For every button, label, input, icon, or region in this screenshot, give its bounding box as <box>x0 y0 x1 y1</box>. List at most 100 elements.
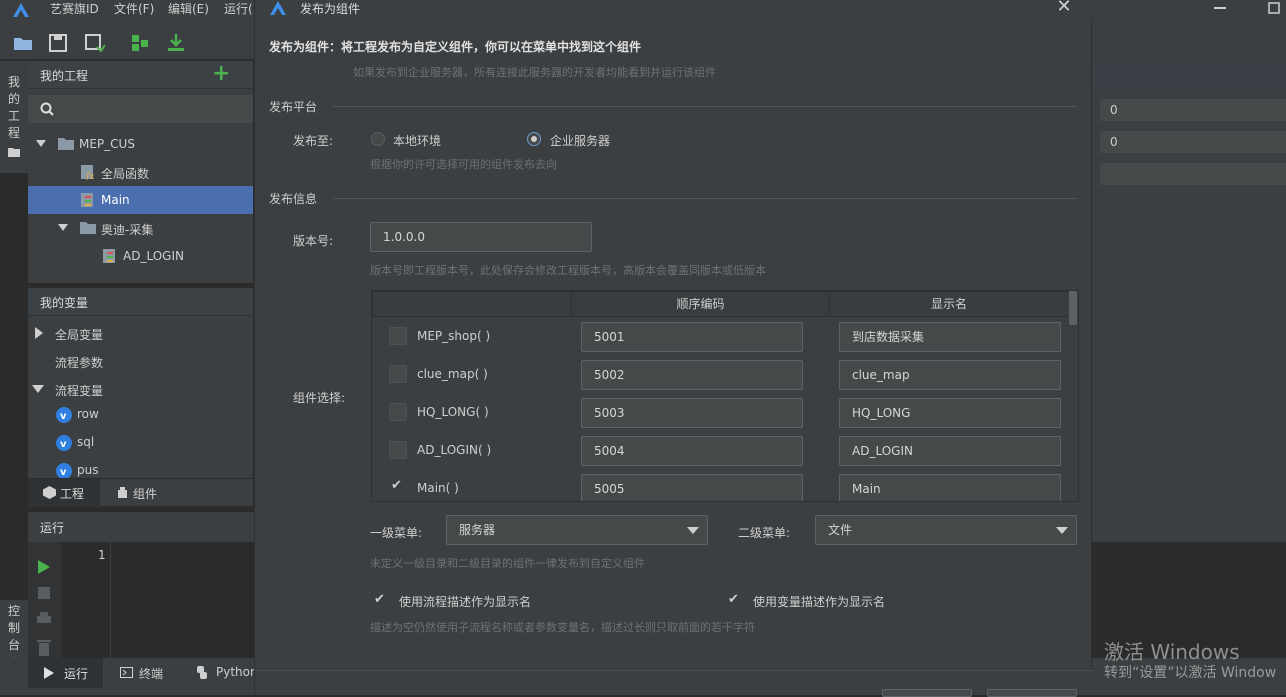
activation-watermark-title: 激活 Windows <box>1104 640 1240 664</box>
var-group-global[interactable]: 全局变量 <box>28 319 253 347</box>
menu1-select-value: 服务器 <box>459 523 496 537</box>
row-code-input[interactable]: 5004 <box>581 436 803 466</box>
variable-icon: v <box>56 435 72 451</box>
menu2-select[interactable]: 文件 <box>815 515 1077 545</box>
play-icon[interactable] <box>38 560 50 574</box>
row-display-input[interactable]: HQ_LONG <box>839 398 1061 428</box>
row-code-input[interactable]: 5001 <box>581 322 803 352</box>
var-item-label: sql <box>77 435 95 449</box>
flow-file-icon <box>81 193 93 207</box>
components-icon[interactable] <box>129 32 151 54</box>
open-folder-icon[interactable] <box>12 32 34 54</box>
use-flow-desc-label[interactable]: 使用流程描述作为显示名 <box>399 593 531 610</box>
row-code-input[interactable]: 5002 <box>581 360 803 390</box>
row-display-input[interactable]: clue_map <box>839 360 1061 390</box>
use-var-desc-checkbox[interactable] <box>726 592 744 610</box>
side-tab-char: 控 <box>7 604 20 618</box>
row-checkbox[interactable] <box>389 365 407 383</box>
bottom-tab-run[interactable]: 运行 <box>28 658 103 688</box>
dialog-footer <box>255 670 1093 697</box>
collapse-arrow-icon[interactable] <box>34 327 44 339</box>
tree-item-project[interactable]: MEP_CUS <box>28 130 253 158</box>
expand-arrow-icon[interactable] <box>32 384 44 394</box>
tab-label: 工程 <box>60 487 85 501</box>
table-scrollbar[interactable] <box>1068 291 1078 501</box>
section-divider <box>333 106 1077 107</box>
row-checkbox[interactable] <box>389 403 407 421</box>
row-checkbox[interactable] <box>389 327 407 345</box>
tree-item-ad-login[interactable]: AD_LOGIN <box>28 242 253 270</box>
close-icon[interactable]: ✕ <box>1055 0 1073 16</box>
menu1-select[interactable]: 服务器 <box>446 515 708 545</box>
radio-local-label[interactable]: 本地环境 <box>393 132 441 149</box>
project-panel: 我的工程 + MEP_CUS fx 全局函数 Main 奥迪-采集 AD_LOG… <box>28 61 253 283</box>
project-search-bar[interactable] <box>28 95 253 123</box>
row-display-input[interactable]: AD_LOGIN <box>839 436 1061 466</box>
use-var-desc-label[interactable]: 使用变量描述作为显示名 <box>753 593 885 610</box>
print-icon[interactable] <box>37 612 51 626</box>
tree-item-global-functions[interactable]: fx 全局函数 <box>28 158 253 186</box>
bottom-tab-python[interactable]: Pythor <box>188 658 254 688</box>
save-icon[interactable] <box>47 32 69 54</box>
trash-icon[interactable] <box>37 640 51 656</box>
property-field-1[interactable]: 0 <box>1100 99 1286 121</box>
variables-panel: 我的变量 全局变量 流程参数 流程变量 v row v sql v pus <box>28 288 253 478</box>
use-flow-desc-checkbox[interactable] <box>372 592 390 610</box>
save-as-icon[interactable] <box>83 32 105 54</box>
dialog-heading: 发布为组件：将工程发布为自定义组件，你可以在菜单中找到这个组件 <box>269 40 642 54</box>
row-code-input[interactable]: 5005 <box>581 474 803 501</box>
radio-server-label[interactable]: 企业服务器 <box>550 132 610 149</box>
minimize-icon[interactable] <box>1214 7 1226 9</box>
maximize-icon[interactable] <box>1268 2 1280 14</box>
cancel-button[interactable] <box>987 689 1077 697</box>
var-group-label: 全局变量 <box>55 328 104 342</box>
tab-project[interactable]: 工程 <box>28 479 100 507</box>
menu-edit[interactable]: 编辑(E) <box>168 0 209 20</box>
var-group-flow-params[interactable]: 流程参数 <box>28 347 253 375</box>
expand-arrow-icon[interactable] <box>36 139 46 149</box>
menu-hint: 未定义一级目录和二级目录的组件一律发布到自定义组件 <box>370 557 645 570</box>
row-display-input[interactable]: 到店数据采集 <box>839 322 1061 352</box>
table-row: Main( ) 5005 Main <box>372 471 1068 501</box>
version-input[interactable]: 1.0.0.0 <box>370 222 592 252</box>
property-field-2[interactable]: 0 <box>1100 131 1286 153</box>
confirm-button[interactable] <box>882 689 972 697</box>
row-checkbox[interactable] <box>389 441 407 459</box>
property-field-3[interactable] <box>1100 163 1286 185</box>
expand-arrow-icon[interactable] <box>58 223 68 233</box>
row-code-input[interactable]: 5003 <box>581 398 803 428</box>
row-name: MEP_shop( ) <box>417 329 491 343</box>
tree-item-main[interactable]: Main <box>28 186 253 214</box>
row-name: clue_map( ) <box>417 367 488 381</box>
publish-component-dialog: 发布为组件 ✕ 发布为组件：将工程发布为自定义组件，你可以在菜单中找到这个组件 … <box>254 0 1093 697</box>
bottom-tab-terminal[interactable]: 终端 <box>110 658 182 688</box>
play-icon <box>44 667 54 679</box>
var-item-label: pus <box>77 463 99 477</box>
tab-component[interactable]: 组件 <box>108 479 180 507</box>
app-logo-icon <box>13 3 29 17</box>
row-name: AD_LOGIN( ) <box>417 443 492 457</box>
component-select-label: 组件选择: <box>293 391 346 405</box>
console-side-tab[interactable]: 控 制 台 <box>0 600 28 658</box>
add-project-button[interactable]: + <box>212 61 230 86</box>
var-item-pus[interactable]: v pus <box>28 457 253 478</box>
var-item-sql[interactable]: v sql <box>28 429 253 457</box>
row-display-input[interactable]: Main <box>839 474 1061 501</box>
var-item-row[interactable]: v row <box>28 401 253 429</box>
dialog-title: 发布为组件 <box>300 2 361 16</box>
scrollbar-thumb[interactable] <box>1069 291 1077 325</box>
project-side-tab[interactable]: 我 的 工 程 <box>0 61 28 173</box>
stop-icon[interactable] <box>38 587 50 599</box>
run-editor[interactable] <box>110 542 253 658</box>
menu-file[interactable]: 文件(F) <box>114 0 154 20</box>
var-group-flow-vars[interactable]: 流程变量 <box>28 375 253 403</box>
row-checkbox-checked[interactable] <box>389 478 407 497</box>
menu-run[interactable]: 运行( <box>224 0 253 20</box>
side-tab-char: 台 <box>7 638 20 652</box>
install-icon[interactable] <box>165 32 187 54</box>
run-output-area: 1 <box>28 542 253 658</box>
radio-server[interactable] <box>527 132 541 146</box>
radio-local[interactable] <box>371 132 385 146</box>
terminal-icon <box>120 667 133 678</box>
tree-item-audi[interactable]: 奥迪-采集 <box>28 214 253 242</box>
